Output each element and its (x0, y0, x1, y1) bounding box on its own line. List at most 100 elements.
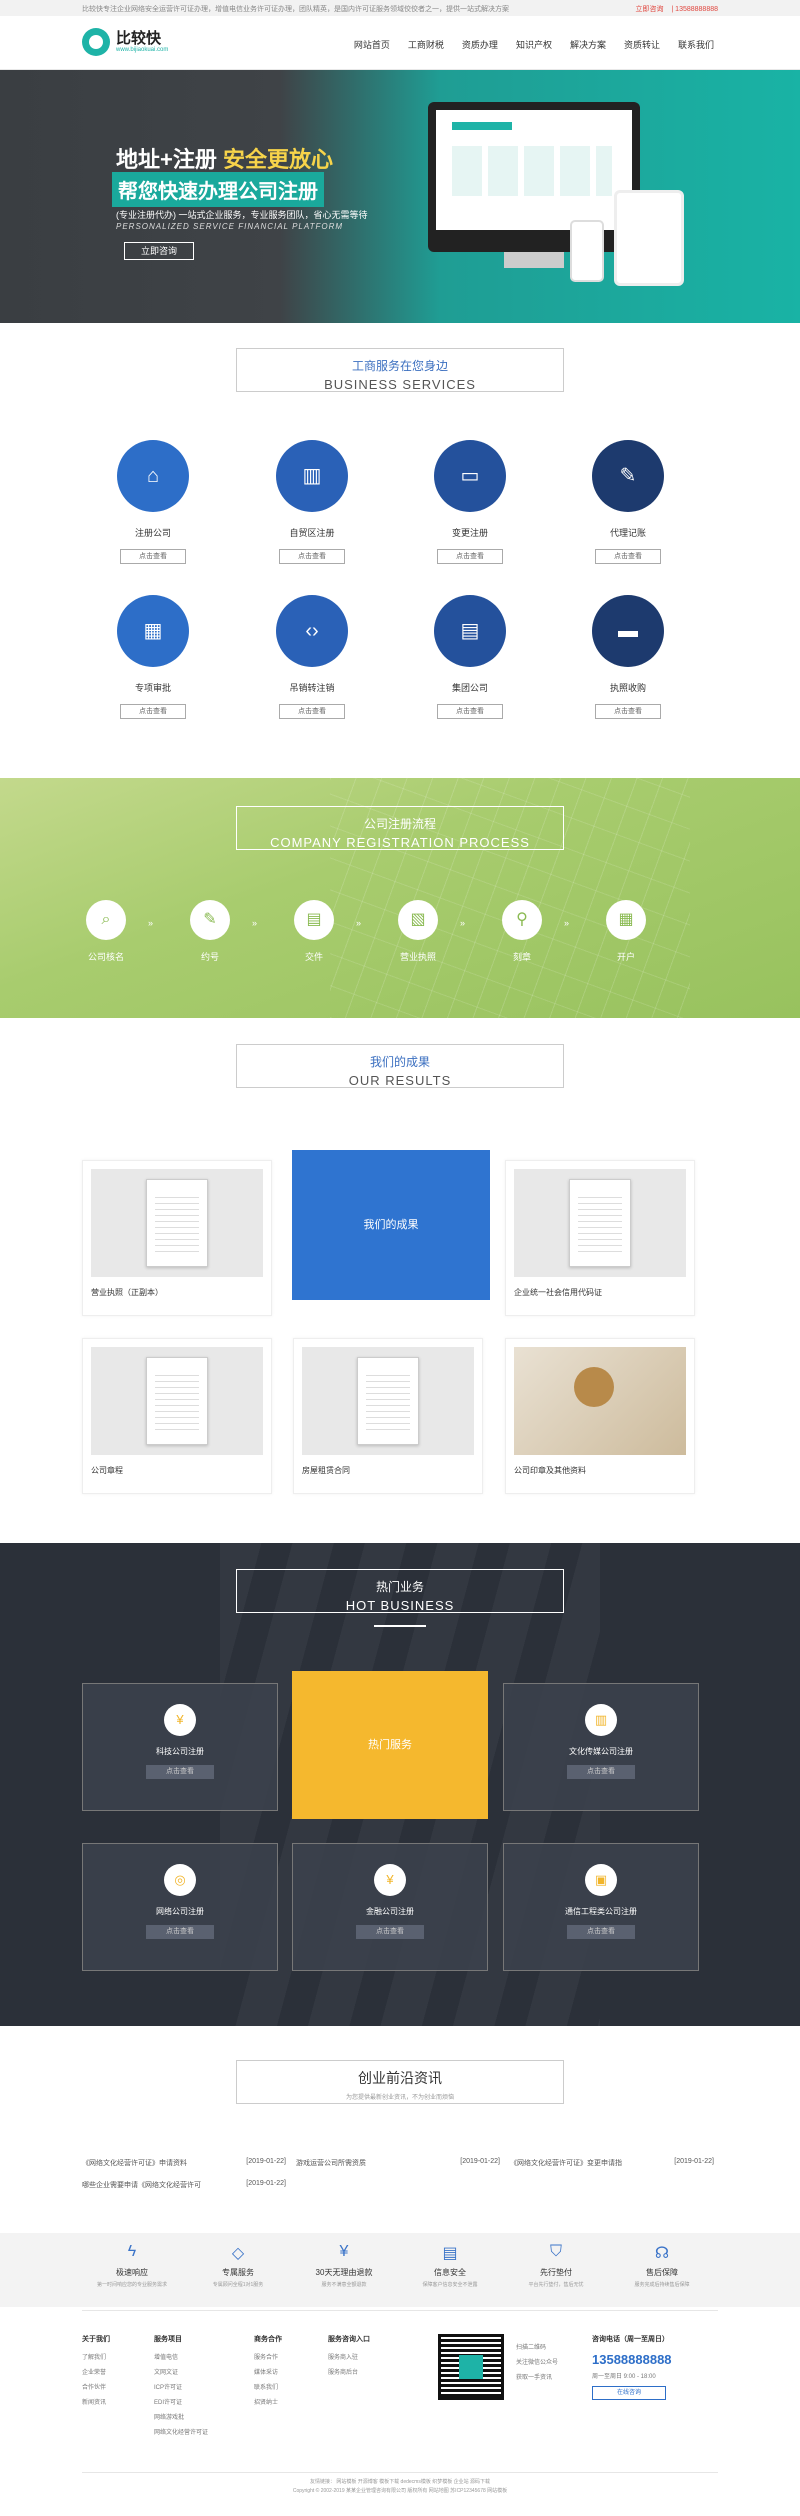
footer-link[interactable]: 网络游戏批 (154, 2412, 208, 2421)
process-section: 公司注册流程 COMPANY REGISTRATION PROCESS ⌕ 公司核… (0, 778, 800, 1018)
news-item-title[interactable]: 哪些企业需要申请《网络文化经营许可 (82, 2182, 201, 2189)
process-step: ⌕ 公司核名 (76, 900, 136, 963)
site-footer: 关于我们 了解我们 企业荣誉 合作伙伴 新闻资讯 服务项目 增值电信 文网文证 ICP许可证 ED… (0, 2310, 800, 2516)
service-item[interactable]: ▦ 专项审批 点击查看 (103, 595, 203, 719)
code-icon-glyph: ‹› (305, 620, 319, 642)
hot-more-button[interactable]: 点击查看 (146, 1925, 214, 1939)
news-item-title[interactable]: 《网络文化经营许可证》申请资料 (82, 2160, 187, 2167)
nav-qualification[interactable]: 资质办理 (462, 38, 498, 51)
hot-highlight-tile[interactable]: 热门服务 (292, 1671, 488, 1819)
document-icon: ▤ (294, 900, 334, 940)
results-highlight-tile[interactable]: 我们的成果 (292, 1150, 490, 1300)
service-more-button[interactable]: 点击查看 (120, 704, 186, 719)
footer-link[interactable]: 文网文证 (154, 2367, 208, 2376)
footer-link[interactable]: 媒体采访 (254, 2367, 282, 2376)
chevron-right-icon: » (356, 918, 362, 928)
footer-link[interactable]: 增值电信 (154, 2352, 208, 2361)
hot-business-card[interactable]: ▣ 通信工程类公司注册 点击查看 (503, 1843, 699, 1971)
hot-business-card[interactable]: ¥ 金融公司注册 点击查看 (292, 1843, 488, 1971)
process-step: ▧ 营业执照 (388, 900, 448, 963)
hot-title-underline (374, 1625, 426, 1627)
logo-icon (82, 28, 110, 56)
footer-link[interactable]: 服务商后台 (328, 2367, 370, 2376)
service-item[interactable]: ▬ 执照收购 点击查看 (578, 595, 678, 719)
service-item[interactable]: ⌂ 注册公司 点击查看 (103, 440, 203, 564)
footer-link[interactable]: EDI许可证 (154, 2397, 208, 2406)
hot-more-button[interactable]: 点击查看 (146, 1765, 214, 1779)
feature-subtitle: 第一时间响应您的专业服务需求 (96, 2282, 167, 2288)
result-card[interactable]: 企业统一社会信用代码证 (505, 1160, 695, 1316)
service-item[interactable]: ✎ 代理记账 点击查看 (578, 440, 678, 564)
file-icon: ▧ (398, 900, 438, 940)
feature-subtitle: 专属顾问全程1对1服务 (212, 2282, 264, 2288)
footer-link[interactable]: 服务商入驻 (328, 2352, 370, 2361)
footer-column-heading: 服务咨询入口 (328, 2336, 370, 2343)
footer-link[interactable]: 网络文化经营许可证 (154, 2427, 208, 2436)
news-item-date: [2019-01-22] (674, 2158, 714, 2165)
hot-more-button[interactable]: 点击查看 (567, 1765, 635, 1779)
nav-home[interactable]: 网站首页 (354, 38, 390, 51)
result-card[interactable]: 公司印章及其他资料 (505, 1338, 695, 1494)
services-title-en: BUSINESS SERVICES (324, 377, 476, 392)
process-step: ⚲ 刻章 (492, 900, 552, 963)
result-card[interactable]: 房屋租赁合同 (293, 1338, 483, 1494)
nav-ip[interactable]: 知识产权 (516, 38, 552, 51)
service-more-button[interactable]: 点击查看 (437, 704, 503, 719)
news-item[interactable]: 《网络文化经营许可证》申请资料 [2019-01-22] (82, 2158, 286, 2168)
feature-item: ¥30天无理由退款 服务不满意全额退款 (304, 2243, 384, 2288)
news-item[interactable]: 游戏运营公司所需资质 [2019-01-22] (296, 2158, 500, 2168)
service-more-button[interactable]: 点击查看 (279, 549, 345, 564)
news-item[interactable]: 《网络文化经营许可证》变更申请指 [2019-01-22] (510, 2158, 714, 2168)
nav-transfer[interactable]: 资质转让 (624, 38, 660, 51)
service-more-button[interactable]: 点击查看 (595, 704, 661, 719)
service-item[interactable]: ‹› 吊销转注销 点击查看 (262, 595, 362, 719)
news-item-date: [2019-01-22] (460, 2158, 500, 2165)
service-item[interactable]: ▭ 变更注册 点击查看 (420, 440, 520, 564)
footer-link[interactable]: 联系我们 (254, 2382, 282, 2391)
results-title: 我们的成果 OUR RESULTS (236, 1044, 564, 1088)
nav-contact[interactable]: 联系我们 (678, 38, 714, 51)
stamp-icon: ⚲ (502, 900, 542, 940)
footer-link[interactable]: 了解我们 (82, 2352, 110, 2361)
footer-link[interactable]: 服务合作 (254, 2352, 282, 2361)
footer-link[interactable]: 新闻资讯 (82, 2397, 110, 2406)
doc-shield-icon: ▤ (442, 2245, 458, 2262)
hot-business-card[interactable]: ¥ 科技公司注册 点击查看 (82, 1683, 278, 1811)
footer-link[interactable]: 合作伙伴 (82, 2382, 110, 2391)
search-icon: ⌕ (86, 900, 126, 940)
site-logo[interactable]: 比较快 www.bijiaokuai.com (82, 28, 168, 56)
news-item[interactable]: 哪些企业需要申请《网络文化经营许可 [2019-01-22] (82, 2180, 286, 2190)
hot-more-button[interactable]: 点击查看 (356, 1925, 424, 1939)
service-item[interactable]: ▤ 集团公司 点击查看 (420, 595, 520, 719)
footer-link[interactable]: 企业荣誉 (82, 2367, 110, 2376)
feature-title: 极速响应 (116, 2268, 148, 2277)
footer-link[interactable]: ICP许可证 (154, 2382, 208, 2391)
result-card[interactable]: 公司章程 (82, 1338, 272, 1494)
hotline-number: 13588888888 (592, 2352, 672, 2367)
nav-business[interactable]: 工商财税 (408, 38, 444, 51)
service-more-button[interactable]: 点击查看 (120, 549, 186, 564)
hero-title-yellow: 安全更放心 (222, 147, 333, 172)
result-card[interactable]: 营业执照（正副本） (82, 1160, 272, 1316)
service-more-button[interactable]: 点击查看 (595, 549, 661, 564)
top-consult-link[interactable]: 立即咨询 (635, 6, 663, 13)
friend-links[interactable]: 友情链接： 网站模板 开源博客 模板下载 dedecms模板 织梦模板 企业站 … (0, 2478, 800, 2487)
logo-name: 比较快 (116, 30, 162, 47)
footer-link[interactable]: 招贤纳士 (254, 2397, 282, 2406)
hot-business-card[interactable]: ▥ 文化传媒公司注册 点击查看 (503, 1683, 699, 1811)
hot-business-name: 网络公司注册 (156, 1907, 204, 1916)
hero-consult-button[interactable]: 立即咨询 (124, 242, 194, 260)
card-icon-glyph: ▬ (618, 620, 638, 642)
footer-bottom: 友情链接： 网站模板 开源博客 模板下载 dedecms模板 织梦模板 企业站 … (0, 2478, 800, 2496)
news-item-title[interactable]: 《网络文化经营许可证》变更申请指 (510, 2160, 622, 2167)
service-more-button[interactable]: 点击查看 (279, 704, 345, 719)
hot-business-card[interactable]: ◎ 网络公司注册 点击查看 (82, 1843, 278, 1971)
hot-more-button[interactable]: 点击查看 (567, 1925, 635, 1939)
nav-solutions[interactable]: 解决方案 (570, 38, 606, 51)
service-name: 代理记账 (609, 528, 646, 538)
service-more-button[interactable]: 点击查看 (437, 549, 503, 564)
online-consult-button[interactable]: 在线咨询 (592, 2386, 666, 2400)
news-item-title[interactable]: 游戏运营公司所需资质 (296, 2160, 366, 2167)
book-icon: ▥ (276, 440, 348, 512)
service-item[interactable]: ▥ 自贸区注册 点击查看 (262, 440, 362, 564)
